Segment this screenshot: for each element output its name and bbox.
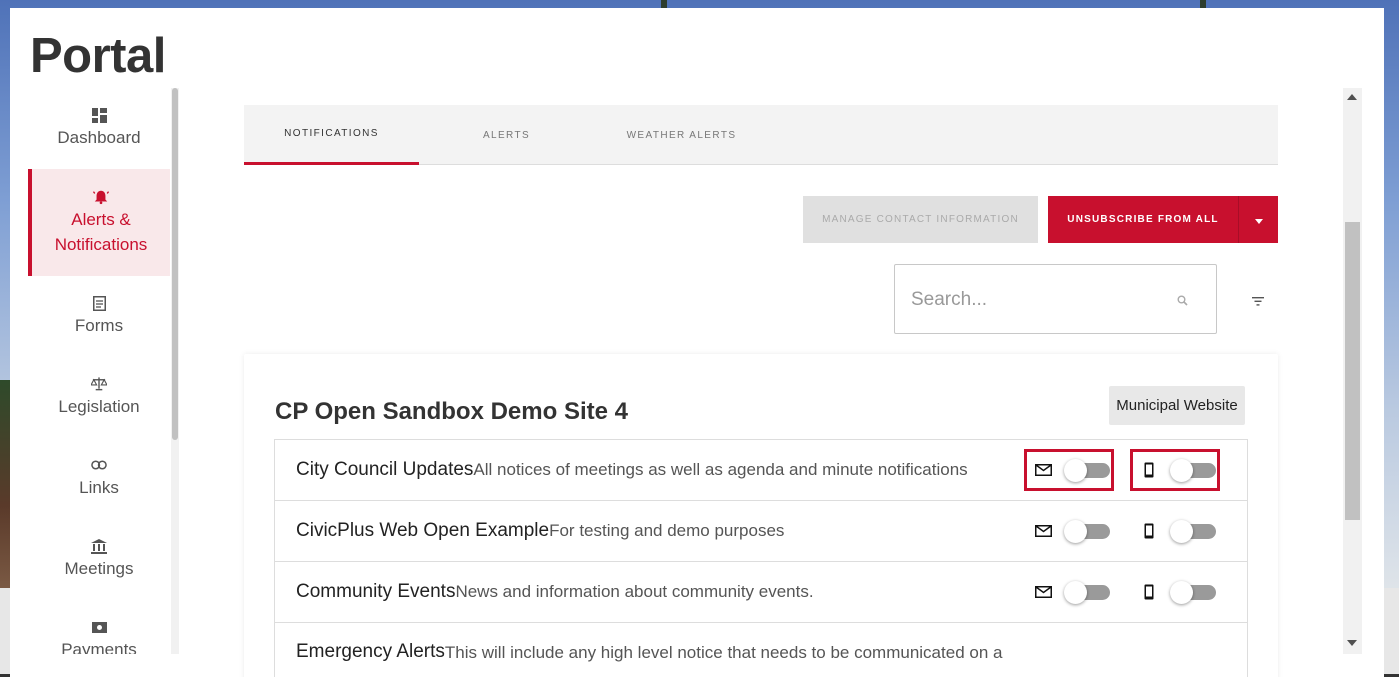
sms-toggle[interactable] xyxy=(1170,459,1216,482)
tab-bar: NOTIFICATIONS ALERTS WEATHER ALERTS xyxy=(244,105,1278,165)
sidebar-item-label: Links xyxy=(79,478,119,497)
dashboard-icon xyxy=(91,107,107,123)
filter-icon[interactable] xyxy=(1252,293,1264,311)
list-item-name: CivicPlus Web Open Example xyxy=(296,520,550,541)
main-scrollbar-thumb[interactable] xyxy=(1345,222,1360,520)
email-toggle-group xyxy=(1024,571,1114,613)
tab-alerts[interactable]: ALERTS xyxy=(419,105,594,165)
mail-icon xyxy=(1034,462,1052,478)
caret-down-icon xyxy=(1254,212,1263,227)
tab-notifications[interactable]: NOTIFICATIONS xyxy=(244,105,419,165)
email-toggle[interactable] xyxy=(1064,520,1110,543)
phone-icon xyxy=(1140,523,1158,539)
list-item-name: Emergency Alerts xyxy=(296,641,445,662)
sms-toggle-group xyxy=(1130,571,1220,613)
sms-toggle[interactable] xyxy=(1170,581,1216,604)
site-title: CP Open Sandbox Demo Site 4 xyxy=(275,398,628,425)
list-item-name: Community Events xyxy=(296,581,456,602)
sidebar-item-label: Dashboard xyxy=(57,128,141,147)
sidebar-item-meetings[interactable]: Meetings xyxy=(28,519,170,600)
site-card: CP Open Sandbox Demo Site 4 Municipal We… xyxy=(244,354,1278,677)
portal-card: Portal Dashboard Alerts & Notifications … xyxy=(10,8,1384,677)
link-icon xyxy=(91,457,107,473)
search-input[interactable] xyxy=(911,287,1161,313)
list-item-description: All notices of meetings as well as agend… xyxy=(473,460,968,479)
list-item: City Council Updates All notices of meeti… xyxy=(275,440,1247,501)
sidebar-item-label: Payments xyxy=(61,640,137,654)
scroll-up-arrow-icon[interactable] xyxy=(1347,94,1357,100)
scales-icon xyxy=(91,376,107,392)
email-toggle-group xyxy=(1024,449,1114,491)
tab-weather-alerts[interactable]: WEATHER ALERTS xyxy=(594,105,769,165)
sidebar-item-legislation[interactable]: Legislation xyxy=(28,357,170,438)
list-item: Community Events News and information abo… xyxy=(275,562,1247,623)
list-item: Emergency Alerts This will include any hi… xyxy=(275,623,1247,677)
sidebar-scrollbar-thumb[interactable] xyxy=(172,88,178,440)
institution-icon xyxy=(91,538,107,554)
email-toggle-group xyxy=(1024,510,1114,552)
sms-toggle[interactable] xyxy=(1170,520,1216,543)
sidebar-item-payments[interactable]: Payments xyxy=(28,600,170,654)
email-toggle[interactable] xyxy=(1064,581,1110,604)
money-icon xyxy=(91,619,107,635)
mail-icon xyxy=(1034,523,1052,539)
phone-icon xyxy=(1140,462,1158,478)
unsubscribe-from-all-button[interactable]: UNSUBSCRIBE FROM ALL xyxy=(1048,196,1238,243)
phone-icon xyxy=(1140,584,1158,600)
background-palm xyxy=(1200,0,1206,8)
background-palm xyxy=(661,0,667,8)
sidebar-item-label: Meetings xyxy=(64,559,134,578)
scroll-down-arrow-icon[interactable] xyxy=(1347,640,1357,646)
list-item-name: City Council Updates xyxy=(296,459,474,480)
list-item-description: This will include any high level notice … xyxy=(444,643,1003,662)
search-icon[interactable] xyxy=(1177,293,1188,311)
sidebar-item-forms[interactable]: Forms xyxy=(28,276,170,357)
manage-contact-information-button[interactable]: MANAGE CONTACT INFORMATION xyxy=(803,196,1038,243)
sms-toggle-group xyxy=(1130,449,1220,491)
sidebar-item-links[interactable]: Links xyxy=(28,438,170,519)
search-box xyxy=(894,264,1217,334)
mail-icon xyxy=(1034,584,1052,600)
list-item-description: For testing and demo purposes xyxy=(549,521,785,540)
site-type-badge: Municipal Website xyxy=(1109,386,1245,425)
page-title: Portal xyxy=(30,29,166,83)
subscription-list: City Council Updates All notices of meeti… xyxy=(274,439,1248,677)
sidebar-item-alerts-notifications[interactable]: Alerts & Notifications xyxy=(28,169,170,276)
email-toggle[interactable] xyxy=(1064,459,1110,482)
list-item-description: News and information about community eve… xyxy=(455,582,814,601)
sidebar-item-dashboard[interactable]: Dashboard xyxy=(28,88,170,169)
bell-icon xyxy=(93,189,109,205)
list-item: CivicPlus Web Open Example For testing an… xyxy=(275,501,1247,562)
sidebar-item-label: Alerts & Notifications xyxy=(54,209,148,254)
sidebar-nav: Dashboard Alerts & Notifications Forms L… xyxy=(28,88,170,654)
form-icon xyxy=(91,295,107,311)
sidebar-item-label: Forms xyxy=(74,316,124,335)
unsubscribe-dropdown-button[interactable] xyxy=(1238,196,1278,243)
sms-toggle-group xyxy=(1130,510,1220,552)
sidebar-item-label: Legislation xyxy=(58,397,140,416)
